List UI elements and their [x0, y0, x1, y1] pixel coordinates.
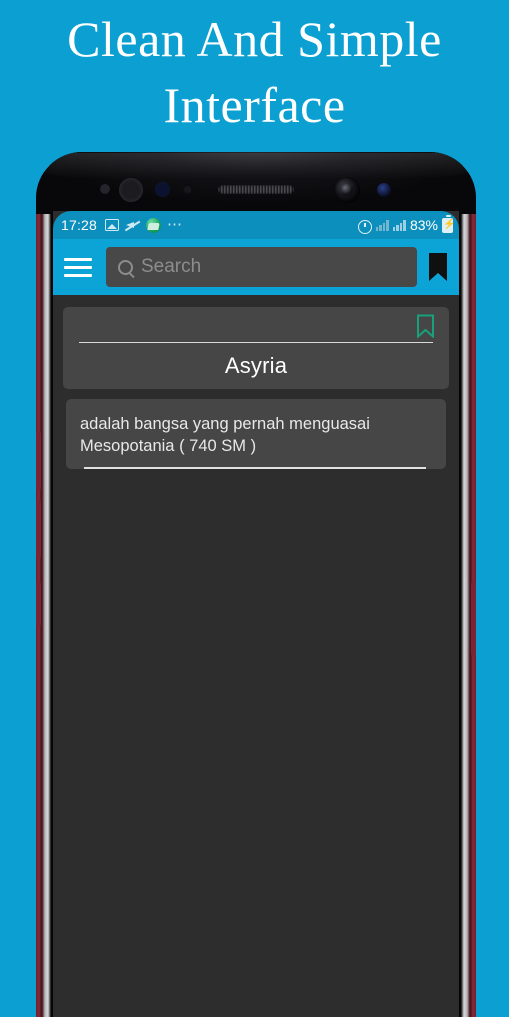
headline-line-2: Interface	[163, 77, 346, 133]
bezel-sheen	[45, 153, 467, 179]
search-placeholder-label: Search	[141, 256, 202, 277]
hamburger-line	[64, 265, 92, 269]
hamburger-line	[64, 273, 92, 277]
app-toolbar: Search	[53, 239, 459, 295]
search-icon	[118, 259, 133, 275]
entry-title: Asyria	[224, 353, 288, 378]
battery-charging-icon	[442, 215, 455, 233]
earpiece-speaker-icon	[218, 185, 294, 194]
image-icon	[105, 219, 120, 231]
content-area: Asyria adalah bangsa yang pernah menguas…	[53, 295, 459, 1017]
search-input[interactable]: Search	[106, 247, 417, 287]
bookmark-filled-icon[interactable]	[427, 252, 449, 282]
status-bar: 17:28 ⋯ 83%	[53, 211, 459, 239]
volume-down-button[interactable]	[36, 500, 41, 558]
signal-bars-sim1-icon	[375, 219, 389, 231]
sound-off-icon	[125, 219, 140, 232]
face-sensor-icon	[377, 183, 391, 197]
entry-card[interactable]: Asyria	[63, 307, 449, 389]
more-dots-icon: ⋯	[167, 216, 184, 233]
status-right-icons: 83%	[357, 215, 455, 234]
phone-screen: 17:28 ⋯ 83% ⚡ Search Asyria adalah bangs…	[53, 211, 459, 1017]
assistant-button[interactable]	[36, 582, 41, 626]
bookmark-outline-icon[interactable]	[416, 314, 435, 339]
iris-scanner-icon	[119, 178, 143, 202]
hamburger-menu-icon[interactable]	[64, 253, 96, 281]
alarm-icon	[357, 218, 372, 234]
front-camera-icon	[334, 177, 360, 203]
hamburger-line	[64, 257, 92, 261]
headline-line-1: Clean And Simple	[67, 11, 442, 67]
promo-headline: Clean And Simple Interface	[0, 6, 509, 138]
proximity-sensor-icon	[100, 184, 110, 194]
power-button[interactable]	[471, 582, 476, 656]
light-sensor-icon	[182, 184, 193, 195]
green-app-icon	[146, 217, 162, 233]
status-time: 17:28	[61, 217, 98, 233]
entry-bookmark-row	[73, 313, 439, 339]
promo-screenshot: Clean And Simple Interface 17:28 ⋯ 83% ⚡…	[0, 0, 509, 1017]
status-left-icons: ⋯	[105, 216, 184, 233]
volume-up-button[interactable]	[36, 432, 41, 490]
definition-text: adalah bangsa yang pernah menguasai Meso…	[80, 415, 370, 455]
definition-card[interactable]: adalah bangsa yang pernah menguasai Meso…	[66, 399, 446, 469]
phone-mockup: 17:28 ⋯ 83% ⚡ Search Asyria adalah bangs…	[36, 152, 476, 1017]
definition-underline	[84, 467, 426, 469]
battery-percent-label: 83%	[409, 217, 438, 233]
phone-top-bezel	[36, 152, 476, 214]
led-indicator-icon	[156, 183, 169, 196]
signal-bars-sim2-icon	[392, 219, 406, 231]
